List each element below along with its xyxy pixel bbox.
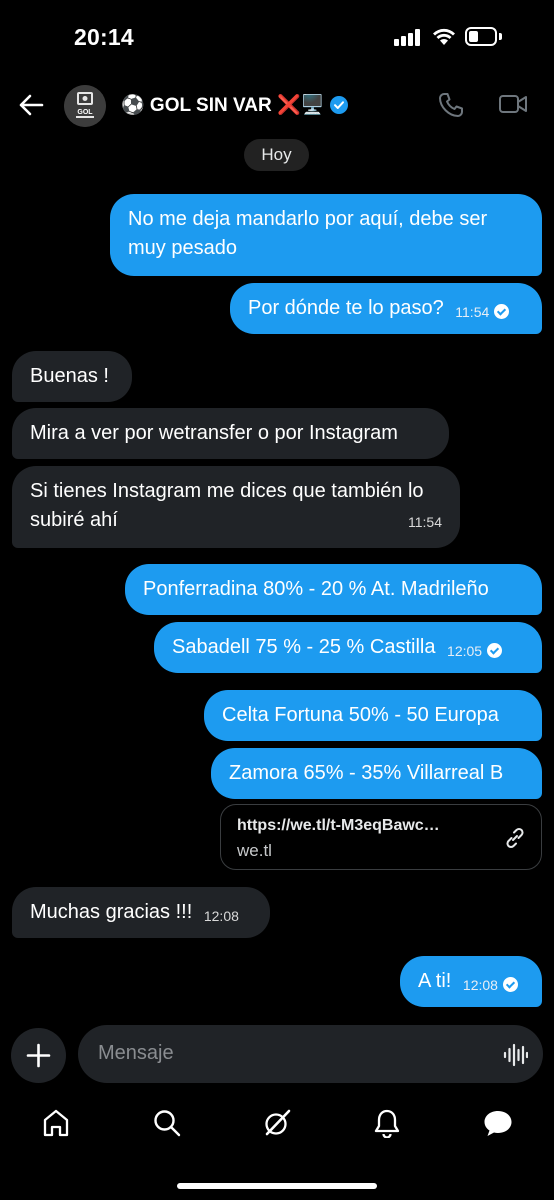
message-bubble-outgoing[interactable]: Zamora 65% - 35% Villarreal B (211, 748, 542, 799)
message-bubble-incoming[interactable]: Mira a ver por wetransfer o por Instagra… (12, 408, 449, 459)
message-meta: 11:54 (455, 304, 510, 320)
status-time: 20:14 (74, 24, 134, 50)
link-host: we.tl (237, 841, 272, 860)
messages-icon[interactable] (482, 1108, 514, 1138)
message-bubble-outgoing[interactable]: A ti! 12:08 (400, 956, 542, 1007)
message-time: 12:08 (462, 977, 498, 993)
message-text: Ponferradina 80% - 20 % At. Madrileño (143, 578, 489, 600)
date-separator: Hoy (244, 139, 309, 171)
battery-cap (499, 33, 502, 40)
read-receipt-icon (502, 977, 518, 992)
phone-call-icon[interactable] (438, 92, 464, 118)
read-receipt-icon (494, 304, 510, 319)
message-bubble-outgoing[interactable]: No me deja mandarlo por aquí, debe ser m… (110, 194, 542, 276)
message-text: Buenas ! (30, 365, 109, 387)
message-bubble-incoming[interactable]: Muchas gracias !!! 12:08 (12, 887, 270, 938)
message-text: Si tienes Instagram me dices que también… (30, 480, 424, 531)
video-call-icon[interactable] (498, 92, 528, 116)
message-meta: 12:05 (447, 643, 503, 659)
message-bubble-incoming[interactable]: Buenas ! (12, 351, 132, 402)
message-input[interactable]: Mensaje (78, 1025, 543, 1083)
link-url: https://we.tl/t-M3eqBawc… (237, 817, 440, 834)
read-receipt-icon (487, 643, 503, 658)
message-bubble-outgoing[interactable]: Por dónde te lo paso? 11:54 (230, 283, 542, 334)
message-bubble-incoming[interactable]: Si tienes Instagram me dices que también… (12, 466, 460, 548)
voice-message-icon[interactable] (502, 1042, 528, 1068)
chat-title-text: ⚽ GOL SIN VAR ❌🖥️ (121, 95, 325, 116)
message-text: Sabadell 75 % - 25 % Castilla (172, 636, 436, 658)
link-preview-card[interactable]: https://we.tl/t-M3eqBawc… we.tl (220, 804, 542, 870)
message-input-placeholder: Mensaje (98, 1042, 174, 1064)
message-text: Muchas gracias !!! (30, 901, 193, 923)
message-time: 11:54 (408, 514, 442, 530)
message-bubble-outgoing[interactable]: Sabadell 75 % - 25 % Castilla 12:05 (154, 622, 542, 673)
chat-title[interactable]: ⚽ GOL SIN VAR ❌🖥️ (121, 93, 349, 117)
message-text: Zamora 65% - 35% Villarreal B (229, 762, 504, 784)
message-text: No me deja mandarlo por aquí, debe ser m… (128, 208, 488, 259)
notifications-icon[interactable] (373, 1108, 401, 1138)
back-arrow-icon[interactable] (18, 93, 44, 117)
cellular-signal-icon (394, 28, 422, 46)
message-text: Celta Fortuna 50% - 50 Europa (222, 704, 499, 726)
verified-badge-icon (330, 96, 349, 114)
plus-icon (26, 1043, 51, 1068)
svg-text:GOL: GOL (77, 109, 93, 116)
grok-icon[interactable] (262, 1108, 292, 1138)
message-time: 12:05 (447, 643, 483, 659)
message-bubble-outgoing[interactable]: Ponferradina 80% - 20 % At. Madrileño (125, 564, 542, 615)
battery-icon (465, 27, 497, 46)
message-time: 12:08 (203, 908, 239, 924)
add-attachment-button[interactable] (11, 1028, 66, 1083)
message-meta: 12:08 (463, 977, 518, 993)
search-icon[interactable] (152, 1108, 182, 1138)
avatar-logo-icon: GOL (64, 85, 106, 127)
message-text: Mira a ver por wetransfer o por Instagra… (30, 422, 398, 444)
message-time: 11:54 (455, 304, 490, 320)
home-indicator (177, 1183, 377, 1189)
message-bubble-outgoing[interactable]: Celta Fortuna 50% - 50 Europa (204, 690, 542, 741)
message-text: A ti! (418, 970, 452, 992)
avatar[interactable]: GOL (64, 85, 106, 127)
message-text: Por dónde te lo paso? (248, 297, 444, 319)
home-icon[interactable] (42, 1108, 70, 1138)
wifi-icon (433, 28, 455, 45)
link-icon (506, 827, 524, 849)
